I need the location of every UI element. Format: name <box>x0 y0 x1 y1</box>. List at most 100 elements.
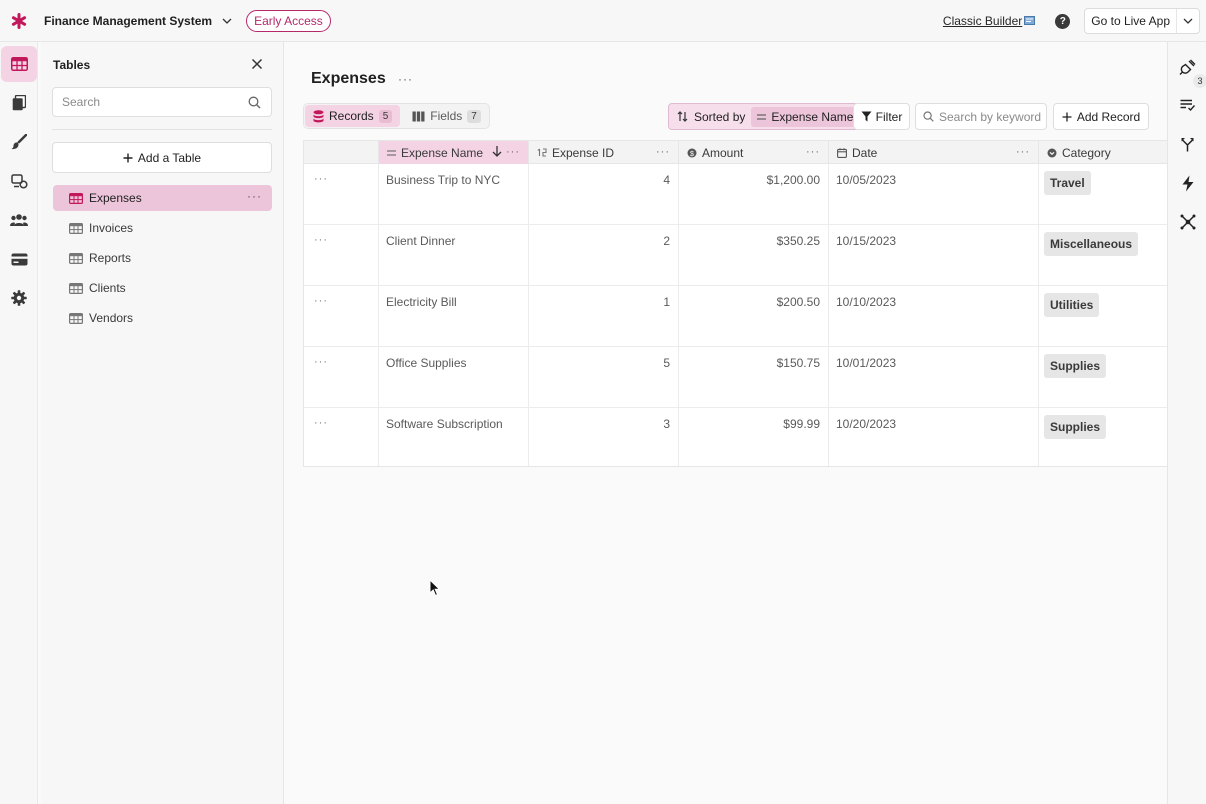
category-cell[interactable]: Utilities <box>1039 286 1167 347</box>
table-item-clients[interactable]: Clients <box>53 275 272 301</box>
expense-id-cell[interactable]: 2 <box>529 225 679 286</box>
sorted-field-chip[interactable]: Expense Name <box>751 106 860 127</box>
app-name[interactable]: Finance Management System <box>44 14 212 28</box>
amount-cell[interactable]: $350.25 <box>679 225 829 286</box>
table-item-invoices[interactable]: Invoices <box>53 215 272 241</box>
table-item-vendors[interactable]: Vendors <box>53 305 272 331</box>
column-header-label: Date <box>852 145 878 160</box>
add-table-label: Add a Table <box>137 150 202 165</box>
table-row[interactable]: ··· Software Subscription 3 $99.99 10/20… <box>304 408 1167 466</box>
grid-header: Expense Name ··· Expense ID ··· $ Amount… <box>304 141 1167 164</box>
checklist-icon[interactable] <box>1168 90 1206 120</box>
search-icon <box>248 96 261 112</box>
add-table-button[interactable]: Add a Table <box>52 142 272 173</box>
date-cell[interactable]: 10/05/2023 <box>829 164 1039 225</box>
more-icon[interactable]: ··· <box>506 146 520 158</box>
table-item-reports[interactable]: Reports <box>53 245 272 271</box>
add-record-button[interactable]: Add Record <box>1053 103 1149 130</box>
row-actions-cell: ··· <box>304 347 379 408</box>
expense-id-cell[interactable]: 4 <box>529 164 679 225</box>
category-cell[interactable]: Travel <box>1039 164 1167 225</box>
settings-icon[interactable] <box>1 280 37 316</box>
date-cell[interactable]: 10/15/2023 <box>829 225 1039 286</box>
category-cell[interactable]: Supplies <box>1039 408 1167 466</box>
billing-icon[interactable] <box>1 241 37 277</box>
category-cell[interactable]: Supplies <box>1039 347 1167 408</box>
sort-desc-icon[interactable] <box>492 145 502 160</box>
column-header-label: Expense Name <box>401 145 484 160</box>
expense-name-cell[interactable]: Software Subscription <box>379 408 529 466</box>
date-cell[interactable]: 10/10/2023 <box>829 286 1039 347</box>
keyword-search-input[interactable]: Search by keyword <box>915 103 1047 130</box>
more-icon[interactable]: ··· <box>314 417 328 429</box>
table-item-label: Expenses <box>89 191 142 205</box>
date-cell[interactable]: 10/01/2023 <box>829 347 1039 408</box>
column-header-amount[interactable]: $ Amount ··· <box>679 141 829 164</box>
branch-icon[interactable] <box>1168 129 1206 159</box>
more-icon[interactable]: ··· <box>247 190 262 202</box>
fields-tab[interactable]: Fields 7 <box>404 105 489 127</box>
network-icon[interactable] <box>1168 207 1206 237</box>
expense-id-cell[interactable]: 1 <box>529 286 679 347</box>
column-header-expense-id[interactable]: Expense ID ··· <box>529 141 679 164</box>
automations-icon[interactable] <box>1 163 37 199</box>
go-to-live-app-button[interactable]: Go to Live App <box>1084 8 1200 34</box>
pages-icon[interactable] <box>1 85 37 121</box>
sort-button[interactable]: Sorted by Expense Name <box>668 103 869 130</box>
category-tag: Miscellaneous <box>1044 232 1139 256</box>
column-header-label: Expense ID <box>552 145 615 160</box>
column-header-date[interactable]: Date ··· <box>829 141 1039 164</box>
go-live-label: Go to Live App <box>1085 9 1177 33</box>
table-item-expenses[interactable]: Expenses ··· <box>53 185 272 211</box>
more-icon[interactable]: ··· <box>314 234 328 246</box>
users-icon[interactable] <box>1 202 37 238</box>
records-tab[interactable]: Records 5 <box>305 105 401 127</box>
lightning-icon[interactable] <box>1168 168 1206 198</box>
row-actions-cell: ··· <box>304 164 379 225</box>
early-access-badge[interactable]: Early Access <box>246 9 331 32</box>
tables-icon[interactable] <box>1 46 37 82</box>
amount-cell[interactable]: $200.50 <box>679 286 829 347</box>
column-header-category[interactable]: Category <box>1039 141 1167 164</box>
expense-name-cell[interactable]: Office Supplies <box>379 347 529 408</box>
tables-search-input[interactable]: Search <box>52 87 272 117</box>
expense-name-cell[interactable]: Electricity Bill <box>379 286 529 347</box>
more-icon[interactable]: ··· <box>314 173 328 185</box>
expense-name-cell[interactable]: Client Dinner <box>379 225 529 286</box>
expense-id-cell[interactable]: 3 <box>529 408 679 466</box>
table-row[interactable]: ··· Office Supplies 5 $150.75 10/01/2023… <box>304 347 1167 408</box>
app-logo-icon[interactable] <box>0 12 38 29</box>
table-row[interactable]: ··· Electricity Bill 1 $200.50 10/10/202… <box>304 286 1167 347</box>
table-item-label: Clients <box>89 281 126 295</box>
more-icon[interactable]: ··· <box>398 72 413 86</box>
table-row[interactable]: ··· Client Dinner 2 $350.25 10/15/2023 M… <box>304 225 1167 286</box>
chevron-down-icon[interactable] <box>222 18 232 24</box>
amount-cell[interactable]: $99.99 <box>679 408 829 466</box>
category-cell[interactable]: Miscellaneous <box>1039 225 1167 286</box>
chevron-down-icon[interactable] <box>1177 9 1199 33</box>
more-icon[interactable]: ··· <box>656 146 670 158</box>
date-cell[interactable]: 10/20/2023 <box>829 408 1039 466</box>
more-icon[interactable]: ··· <box>314 356 328 368</box>
row-actions-cell: ··· <box>304 225 379 286</box>
brush-icon[interactable] <box>1 124 37 160</box>
main-content: Expenses ··· Records 5 Fields 7 Sorted b… <box>285 42 1167 804</box>
expense-id-cell[interactable]: 5 <box>529 347 679 408</box>
filter-button[interactable]: Filter <box>853 103 910 130</box>
row-actions-cell: ··· <box>304 408 379 466</box>
amount-cell[interactable]: $150.75 <box>679 347 829 408</box>
text-field-icon <box>387 149 396 156</box>
amount-cell[interactable]: $1,200.00 <box>679 164 829 225</box>
more-icon[interactable]: ··· <box>314 295 328 307</box>
expense-name-cell[interactable]: Business Trip to NYC <box>379 164 529 225</box>
close-icon[interactable] <box>251 58 265 72</box>
right-tool-rail: 3 <box>1167 42 1206 804</box>
classic-builder-link[interactable]: Classic Builder <box>943 14 1036 28</box>
column-header-expense-name[interactable]: Expense Name ··· <box>379 141 529 164</box>
text-field-icon <box>757 113 767 120</box>
screen-icon <box>1024 16 1036 25</box>
more-icon[interactable]: ··· <box>806 146 820 158</box>
more-icon[interactable]: ··· <box>1016 146 1030 158</box>
help-icon[interactable]: ? <box>1055 13 1071 29</box>
table-row[interactable]: ··· Business Trip to NYC 4 $1,200.00 10/… <box>304 164 1167 225</box>
